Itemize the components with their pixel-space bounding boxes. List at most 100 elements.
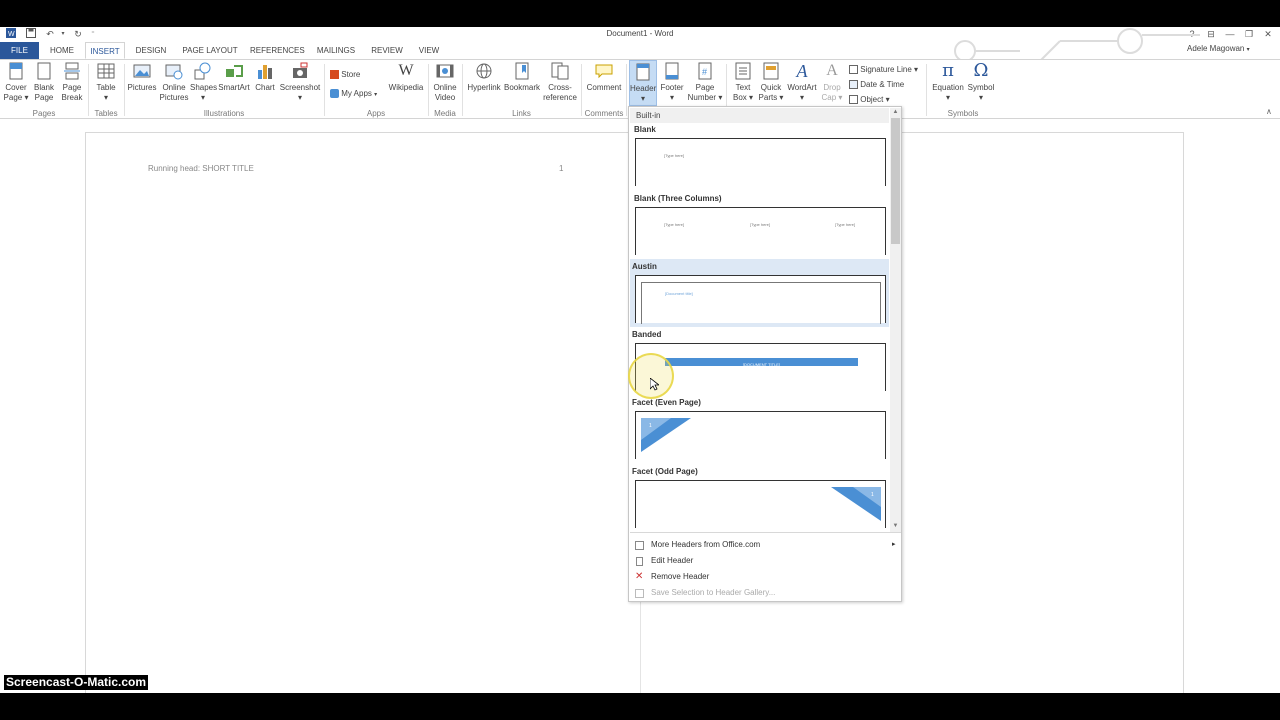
gallery-divider — [630, 532, 901, 533]
page-number-label-2: Number ▾ — [687, 93, 723, 102]
scroll-down-icon[interactable]: ▼ — [891, 522, 900, 531]
restore-icon[interactable]: ❐ — [1241, 28, 1257, 40]
office-icon — [635, 541, 644, 550]
chart-icon — [258, 65, 272, 79]
bookmark-button[interactable]: Bookmark — [503, 62, 541, 106]
page-number-button[interactable]: # Page Number ▾ — [687, 62, 723, 106]
footer-dropdown-icon: ▾ — [669, 93, 674, 102]
placeholder-text: [Type here] — [664, 222, 685, 227]
smartart-label: SmartArt — [218, 83, 250, 92]
group-separator — [124, 64, 125, 116]
gallery-scrollbar[interactable]: ▲ ▼ — [890, 108, 901, 532]
signature-line-label: Signature Line ▾ — [860, 65, 919, 74]
tab-page-layout[interactable]: PAGE LAYOUT — [178, 42, 242, 59]
equation-dropdown-icon: ▾ — [945, 93, 950, 102]
cover-page-label-1: Cover — [5, 83, 27, 92]
hyperlink-label: Hyperlink — [467, 83, 501, 92]
online-pictures-label-2: Pictures — [159, 93, 189, 102]
word-window: W ↶ ▾ ↻ ⁼ Document1 - Word ? ⊟ — ❐ ✕ FIL… — [0, 27, 1280, 693]
online-video-button[interactable]: Online Video — [430, 62, 460, 106]
header-preview: 1 — [635, 411, 886, 459]
signature-line-button[interactable]: Signature Line ▾ — [849, 63, 918, 76]
equation-button[interactable]: π Equation ▾ — [930, 62, 966, 106]
store-button[interactable]: Store — [330, 68, 360, 81]
gallery-item-title: Blank (Three Columns) — [634, 194, 722, 203]
bookmark-label: Bookmark — [503, 83, 540, 92]
gallery-item-facet-odd[interactable]: Facet (Odd Page) 1 — [630, 464, 889, 531]
header-page-number[interactable]: 1 — [559, 164, 563, 173]
gallery-item-blank[interactable]: Blank [Type here] — [630, 123, 889, 191]
running-head[interactable]: Running head: SHORT TITLE — [148, 164, 254, 173]
tab-mailings[interactable]: MAILINGS — [312, 42, 360, 59]
tab-review[interactable]: REVIEW — [367, 42, 407, 59]
online-pictures-button[interactable]: Online Pictures — [159, 62, 189, 106]
my-apps-icon — [330, 89, 339, 99]
tab-design[interactable]: DESIGN — [132, 42, 170, 59]
pictures-icon — [133, 64, 151, 78]
online-video-label-2: Video — [434, 93, 456, 102]
page-break-button[interactable]: Page Break — [59, 62, 85, 106]
pictures-button[interactable]: Pictures — [127, 62, 157, 106]
date-time-button[interactable]: Date & Time — [849, 78, 904, 91]
facet-shape-icon: 1 — [641, 418, 691, 452]
ribbon-display-icon[interactable]: ⊟ — [1203, 28, 1219, 40]
hyperlink-button[interactable]: Hyperlink — [465, 62, 503, 106]
shapes-dropdown-icon: ▾ — [200, 93, 205, 102]
edit-header-menu-item[interactable]: Edit Header — [630, 553, 901, 569]
page-break-label-2: Break — [61, 93, 83, 102]
group-separator — [926, 64, 927, 116]
collapse-ribbon-icon[interactable]: ∧ — [1266, 107, 1272, 116]
group-label-media: Media — [434, 109, 456, 118]
wikipedia-button[interactable]: W Wikipedia — [386, 62, 426, 106]
minimize-icon[interactable]: — — [1222, 28, 1238, 40]
tab-home[interactable]: HOME — [44, 42, 80, 59]
group-label-symbols: Symbols — [947, 109, 979, 118]
cross-reference-button[interactable]: Cross-reference — [542, 62, 578, 106]
remove-header-menu-item[interactable]: ✕ Remove Header — [630, 569, 901, 585]
header-button[interactable]: Header ▾ — [629, 60, 657, 106]
text-box-icon — [735, 62, 751, 80]
quick-parts-button[interactable]: Quick Parts ▾ — [757, 62, 785, 106]
quick-parts-label-1: Quick — [760, 83, 782, 92]
gallery-item-title: Blank — [634, 125, 656, 134]
signature-line-icon — [849, 65, 858, 75]
comment-button[interactable]: Comment — [584, 62, 624, 106]
page-break-icon — [64, 62, 80, 80]
cross-reference-label-1: Cross- — [548, 83, 572, 92]
store-label: Store — [341, 70, 361, 79]
placeholder-text: [Document title] — [665, 291, 693, 296]
object-button[interactable]: Object ▾ — [849, 93, 890, 106]
text-box-button[interactable]: Text Box ▾ — [730, 62, 756, 106]
more-headers-menu-item[interactable]: More Headers from Office.com ▸ — [630, 537, 901, 553]
scrollbar-thumb[interactable] — [891, 118, 900, 244]
header-preview: [Document title] — [635, 275, 886, 324]
close-icon[interactable]: ✕ — [1260, 28, 1276, 40]
omega-icon: Ω — [973, 60, 989, 81]
blank-page-button[interactable]: Blank Page — [31, 62, 57, 106]
wordart-button[interactable]: A WordArt ▾ — [786, 62, 818, 106]
tab-file[interactable]: FILE — [0, 42, 39, 59]
drop-cap-button[interactable]: A Drop Cap ▾ — [819, 62, 845, 106]
group-label-tables: Tables — [94, 109, 118, 118]
gallery-item-facet-even[interactable]: Facet (Even Page) 1 — [630, 396, 889, 464]
tab-insert[interactable]: INSERT — [85, 42, 125, 59]
screenshot-button[interactable]: Screenshot ▾ — [279, 62, 321, 106]
screenshot-icon — [293, 62, 308, 78]
cover-page-button[interactable]: Cover Page ▾ — [3, 62, 29, 106]
tab-references[interactable]: REFERENCES — [250, 42, 305, 59]
chart-button[interactable]: Chart — [253, 62, 277, 106]
header-label: Header — [630, 84, 657, 93]
gallery-item-blank-three-columns[interactable]: Blank (Three Columns) [Type here] [Type … — [630, 191, 889, 259]
menu-item-label: Edit Header — [651, 556, 694, 565]
table-button[interactable]: Table ▾ — [92, 62, 120, 106]
tab-view[interactable]: VIEW — [414, 42, 444, 59]
footer-button[interactable]: Footer ▾ — [658, 62, 686, 106]
drop-cap-icon: A — [826, 62, 838, 79]
gallery-item-austin[interactable]: Austin [Document title] — [630, 259, 889, 327]
shapes-button[interactable]: Shapes ▾ — [190, 62, 217, 106]
scroll-up-icon[interactable]: ▲ — [891, 108, 900, 117]
menu-item-label: More Headers from Office.com — [651, 540, 761, 549]
smartart-button[interactable]: SmartArt — [217, 62, 251, 106]
my-apps-button[interactable]: My Apps ▾ — [330, 87, 377, 100]
symbol-button[interactable]: Ω Symbol ▾ — [966, 62, 996, 106]
